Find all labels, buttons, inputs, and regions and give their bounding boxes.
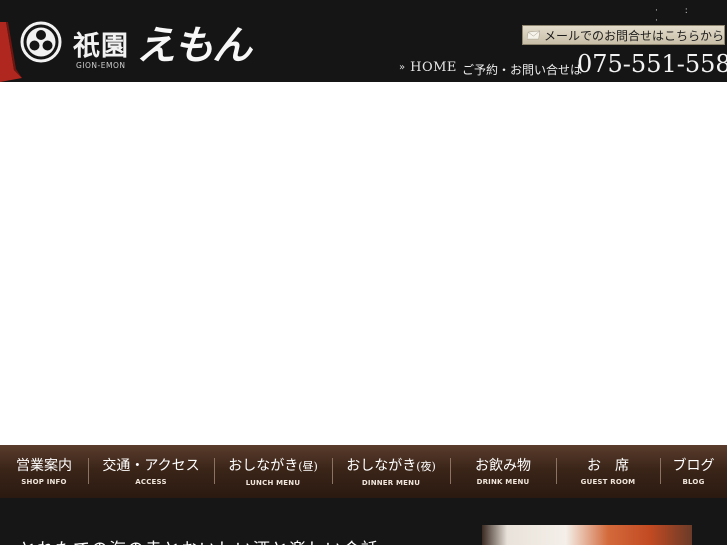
nav-item-sublabel: DINNER MENU xyxy=(361,478,421,487)
nav-item-label-main: おしながき xyxy=(346,457,417,474)
family-crest-logo-icon[interactable] xyxy=(20,21,62,63)
logo-kanji-text: 祇園 xyxy=(73,31,129,62)
nav-item-shop-info[interactable]: 営業案内 SHOP INFO xyxy=(0,445,88,498)
logo-roman-text: GION-EMON xyxy=(76,61,126,70)
nav-item-drink-menu[interactable]: お飲み物 DRINK MENU xyxy=(450,445,556,498)
nav-item-sublabel: LUNCH MENU xyxy=(245,478,301,487)
home-link[interactable]: » HOME xyxy=(399,60,457,75)
intro-section: とれたての海の幸とおいしい酒と楽しい会話 xyxy=(0,498,727,545)
nav-item-label: 交通・アクセス xyxy=(102,458,200,474)
nav-item-sublabel: DRINK MENU xyxy=(476,478,530,486)
phone-number[interactable]: 075-551-5585 xyxy=(577,50,727,78)
nav-item-label: お飲み物 xyxy=(475,458,531,474)
logo-kana-text: えもん xyxy=(136,22,252,69)
nav-item-label-suffix: (昼) xyxy=(298,459,318,473)
nav-item-label-main: おしながき xyxy=(228,457,299,474)
nav-item-sublabel: ACCESS xyxy=(135,478,167,486)
nav-item-sublabel: BLOG xyxy=(682,478,705,486)
nav-item-sublabel: SHOP INFO xyxy=(21,478,67,486)
nav-item-label: ブログ xyxy=(672,458,715,474)
mail-inquiry-button[interactable]: メールでのお問合せはこちらから xyxy=(522,25,725,45)
nav-item-sublabel: GUEST ROOM xyxy=(580,478,636,486)
home-link-label: HOME xyxy=(410,60,457,75)
intro-tagline: とれたての海の幸とおいしい酒と楽しい会話 xyxy=(19,535,379,545)
nav-item-label: おしながき(夜) xyxy=(346,457,436,476)
nav-item-label-suffix: (夜) xyxy=(416,459,436,473)
nav-item-label: 営業案内 xyxy=(16,458,72,474)
nav-item-lunch-menu[interactable]: おしながき(昼) LUNCH MENU xyxy=(214,445,332,498)
nav-item-guest-room[interactable]: お 席 GUEST ROOM xyxy=(556,445,660,498)
nav-item-label: おしながき(昼) xyxy=(228,457,318,476)
nav-item-access[interactable]: 交通・アクセス ACCESS xyxy=(88,445,214,498)
main-navigation: 営業案内 SHOP INFO 交通・アクセス ACCESS おしながき(昼) L… xyxy=(0,445,727,498)
header-dots-decoration: · : · xyxy=(655,6,700,26)
reservation-label: ご予約・お問い合せは xyxy=(462,63,583,77)
interior-photo xyxy=(482,525,692,545)
red-ribbon-decoration xyxy=(0,22,22,82)
envelope-icon xyxy=(527,30,541,40)
mail-inquiry-label: メールでのお問合せはこちらから xyxy=(543,28,724,43)
double-chevron-right-icon: » xyxy=(399,62,406,73)
hero-area xyxy=(0,82,727,445)
nav-item-blog[interactable]: ブログ BLOG xyxy=(660,445,727,498)
nav-item-label: お 席 xyxy=(587,458,629,474)
site-header: 祇園 えもん GION-EMON · : · メールでのお問合せはこちらから »… xyxy=(0,0,727,82)
nav-item-dinner-menu[interactable]: おしながき(夜) DINNER MENU xyxy=(332,445,450,498)
